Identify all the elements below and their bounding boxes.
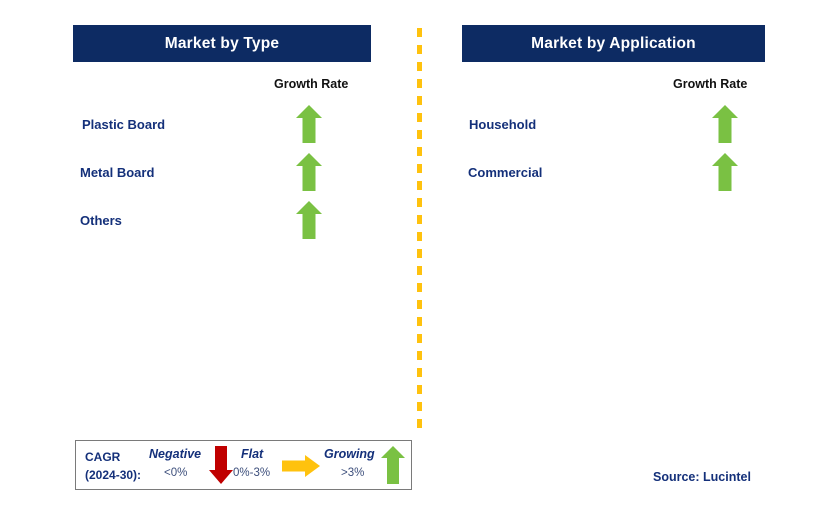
- panel-header-market-by-application: Market by Application: [462, 25, 765, 62]
- legend-term-negative: Negative: [149, 447, 202, 461]
- dashed-vertical-divider: [417, 28, 422, 435]
- legend-range-negative: <0%: [164, 467, 188, 479]
- segment-label-others: Others: [80, 213, 122, 228]
- legend-term-flat: Flat: [241, 447, 264, 461]
- segment-label-plastic-board: Plastic Board: [82, 117, 166, 132]
- arrow-up-icon: [296, 201, 322, 239]
- source-note: Source: Lucintel: [653, 470, 751, 484]
- arrow-up-icon: [296, 153, 322, 191]
- panel-title-market-by-application: Market by Application: [531, 34, 696, 52]
- segment-label-household: Household: [469, 117, 537, 132]
- arrow-up-icon: [712, 105, 738, 143]
- panel-title-market-by-type: Market by Type: [164, 34, 280, 52]
- arrow-up-icon: [712, 153, 738, 191]
- cagr-legend: CAGR (2024-30): Negative <0% Flat 0%-3% …: [75, 440, 412, 490]
- growth-rate-caption-application: Growth Rate: [673, 77, 748, 91]
- panel-header-market-by-type: Market by Type: [73, 25, 371, 62]
- arrow-up-icon: [381, 446, 405, 484]
- legend-cagr-line1: CAGR: [85, 450, 121, 464]
- legend-term-growing: Growing: [324, 447, 375, 461]
- arrow-right-icon: [282, 455, 320, 477]
- legend-cagr-label: CAGR (2024-30):: [85, 448, 141, 484]
- legend-cagr-line2: (2024-30):: [85, 468, 142, 482]
- growth-rate-caption-type: Growth Rate: [274, 77, 349, 91]
- infographic-canvas: Market by Type Growth Rate Plastic Board…: [0, 0, 829, 522]
- arrow-up-icon: [296, 105, 322, 143]
- arrow-down-icon: [209, 446, 233, 484]
- legend-range-growing: >3%: [341, 467, 365, 479]
- segment-label-metal-board: Metal Board: [80, 165, 155, 180]
- legend-range-flat: 0%-3%: [233, 467, 271, 479]
- segment-label-commercial: Commercial: [468, 165, 543, 180]
